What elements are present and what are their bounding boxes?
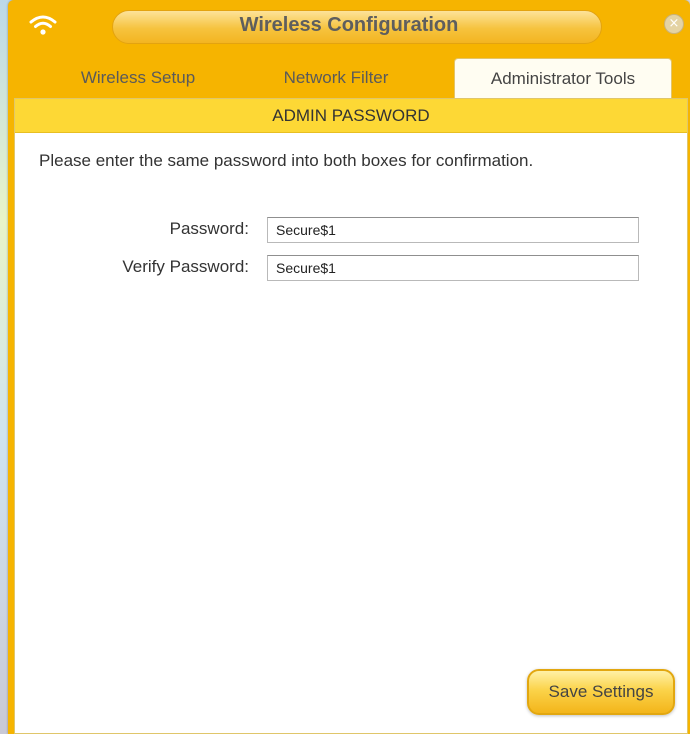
password-label: Password: xyxy=(169,219,249,238)
window-title: Wireless Configuration xyxy=(239,14,459,36)
content-panel: ADMIN PASSWORD Please enter the same pas… xyxy=(14,98,688,734)
tab-network-filter[interactable]: Network Filter xyxy=(236,60,436,98)
section-header: ADMIN PASSWORD xyxy=(15,99,687,133)
verify-password-input[interactable] xyxy=(267,255,639,281)
save-settings-button[interactable]: Save Settings xyxy=(527,669,675,715)
tab-wireless-setup[interactable]: Wireless Setup xyxy=(38,60,238,98)
close-icon[interactable]: × xyxy=(664,14,684,34)
tab-bar: Wireless Setup Network Filter Administra… xyxy=(8,52,690,100)
verify-password-label: Verify Password: xyxy=(122,257,249,276)
wireless-config-window: Wireless Configuration × Wireless Setup … xyxy=(8,0,690,734)
title-bar: Wireless Configuration × xyxy=(8,0,690,52)
instructions-text: Please enter the same password into both… xyxy=(39,151,534,170)
password-input[interactable] xyxy=(267,217,639,243)
tab-administrator-tools[interactable]: Administrator Tools xyxy=(454,58,672,100)
